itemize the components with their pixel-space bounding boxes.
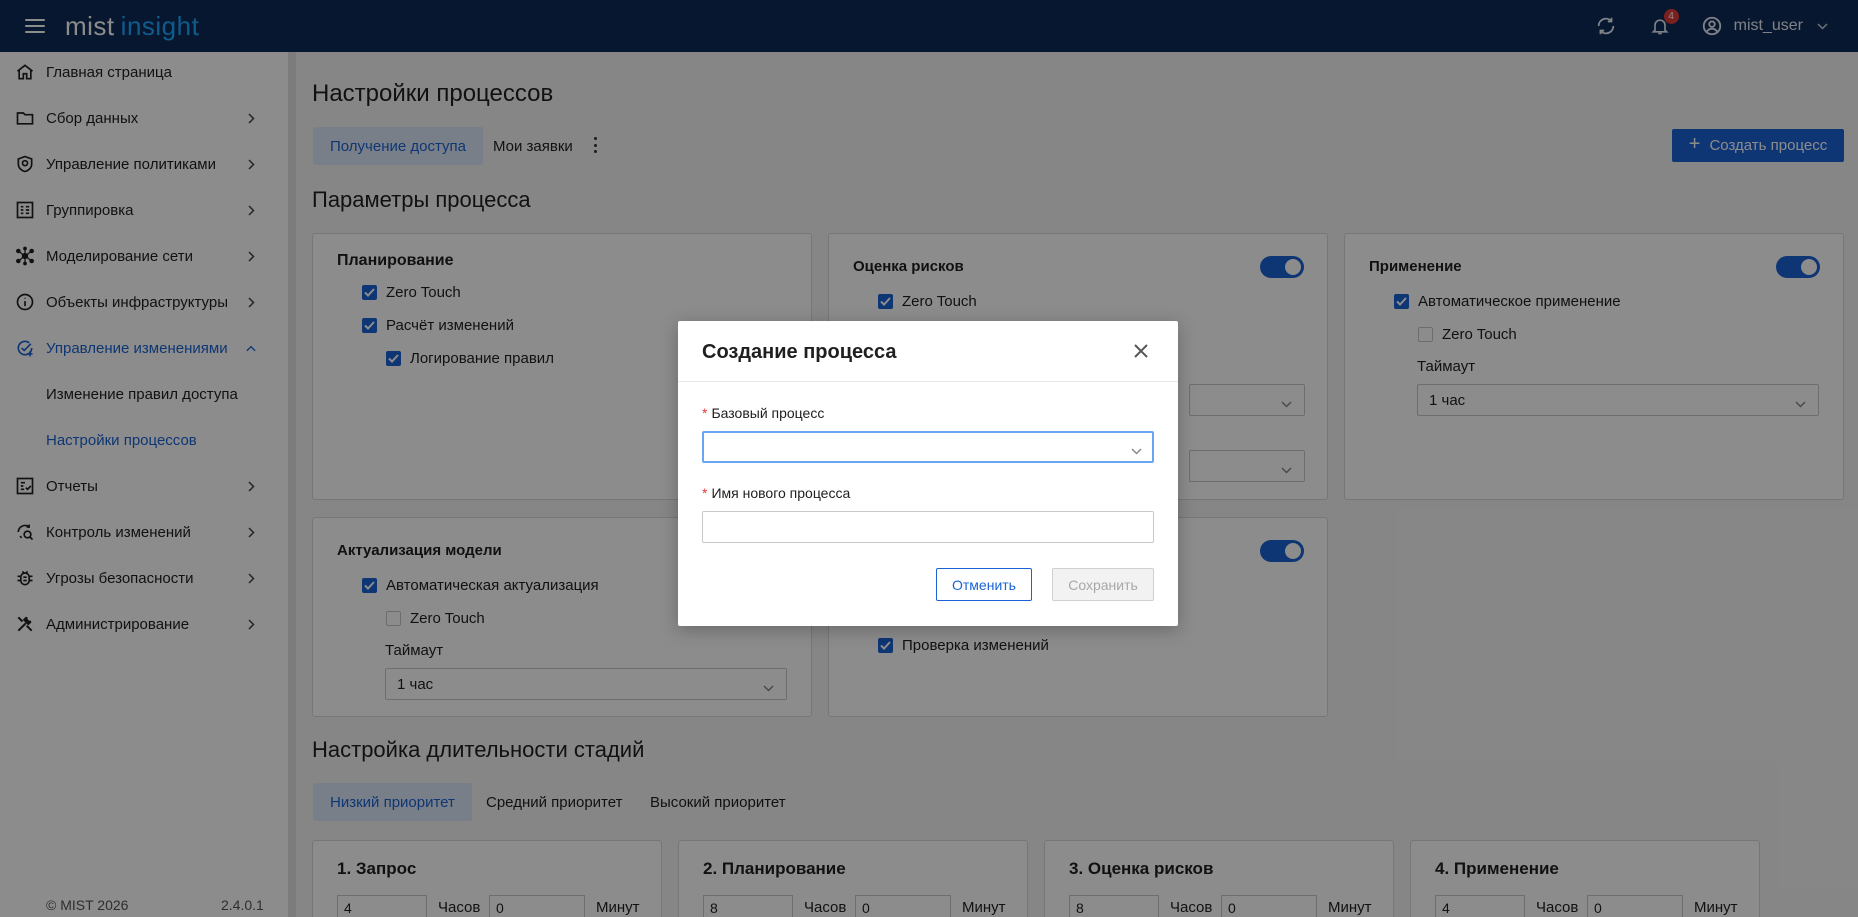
new-process-name-label-text: Имя нового процесса [711,485,851,501]
close-icon[interactable] [1131,341,1151,361]
save-button[interactable]: Сохранить [1052,568,1154,601]
cancel-button[interactable]: Отменить [936,568,1032,601]
new-process-name-input[interactable] [702,511,1154,543]
required-asterisk: * [702,485,708,501]
new-process-name-label: * Имя нового процесса [702,485,850,501]
base-process-label: * Базовый процесс [702,405,824,421]
modal-divider [678,381,1178,382]
create-process-modal: Создание процесса * Базовый процесс * Имя … [678,321,1178,626]
chevron-down-icon [1131,442,1142,460]
modal-title: Создание процесса [702,341,897,363]
base-process-select[interactable] [702,431,1154,463]
required-asterisk: * [702,405,708,421]
base-process-label-text: Базовый процесс [711,405,825,421]
